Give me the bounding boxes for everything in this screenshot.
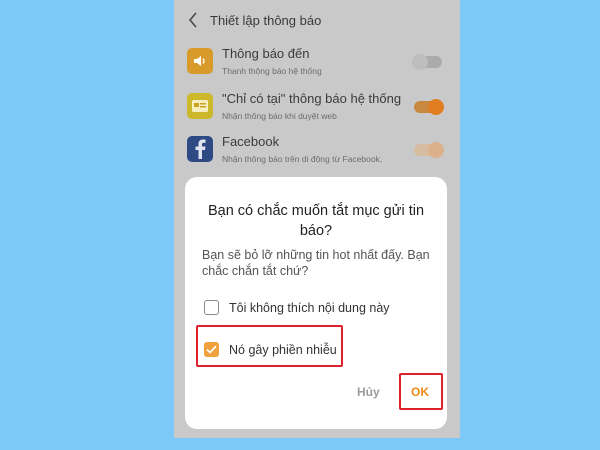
page-title: Thiết lập thông báo [210,12,322,28]
confirm-dialog: Bạn có chắc muốn tắt mục gửi tin báo? Bạ… [185,177,447,429]
highlight-box-ok [399,373,443,410]
option-label: Tôi không thích nội dung này [229,300,390,315]
checkbox-unchecked[interactable] [204,300,219,315]
card-icon [187,93,213,119]
cancel-button[interactable]: Hủy [357,385,380,399]
option-not-interested[interactable]: Tôi không thích nội dung này [204,300,390,315]
setting-row-system[interactable]: "Chỉ có tại" thông báo hệ thống Nhận thô… [174,87,460,131]
setting-row-incoming[interactable]: Thông báo đến Thanh thông báo hệ thống [174,42,460,86]
toggle-knob [428,142,444,158]
speaker-icon [187,48,213,74]
facebook-icon [187,136,213,162]
chevron-left-icon[interactable] [182,9,204,31]
incoming-toggle[interactable] [412,54,442,70]
highlight-box-option [196,325,343,367]
dialog-title: Bạn có chắc muốn tắt mục gửi tin báo? [207,203,425,239]
system-toggle[interactable] [414,99,444,115]
setting-title: "Chỉ có tại" thông báo hệ thống [222,91,402,106]
toggle-knob [428,99,444,115]
setting-row-facebook[interactable]: Facebook Nhận thông báo trên di động từ … [174,130,460,174]
settings-header: Thiết lập thông báo [174,0,460,40]
dialog-message: Bạn sẽ bỏ lỡ những tin hot nhất đấy. Bạn… [202,248,430,278]
setting-subtitle: Nhận thông báo trên di động từ Facebook. [222,154,383,164]
setting-subtitle: Thanh thông báo hệ thống [222,66,322,76]
setting-title: Facebook [222,134,280,149]
setting-subtitle: Nhận thông báo khi duyệt web [222,111,337,121]
toggle-knob [412,54,428,70]
setting-title: Thông báo đến [222,46,310,61]
facebook-toggle[interactable] [414,142,444,158]
